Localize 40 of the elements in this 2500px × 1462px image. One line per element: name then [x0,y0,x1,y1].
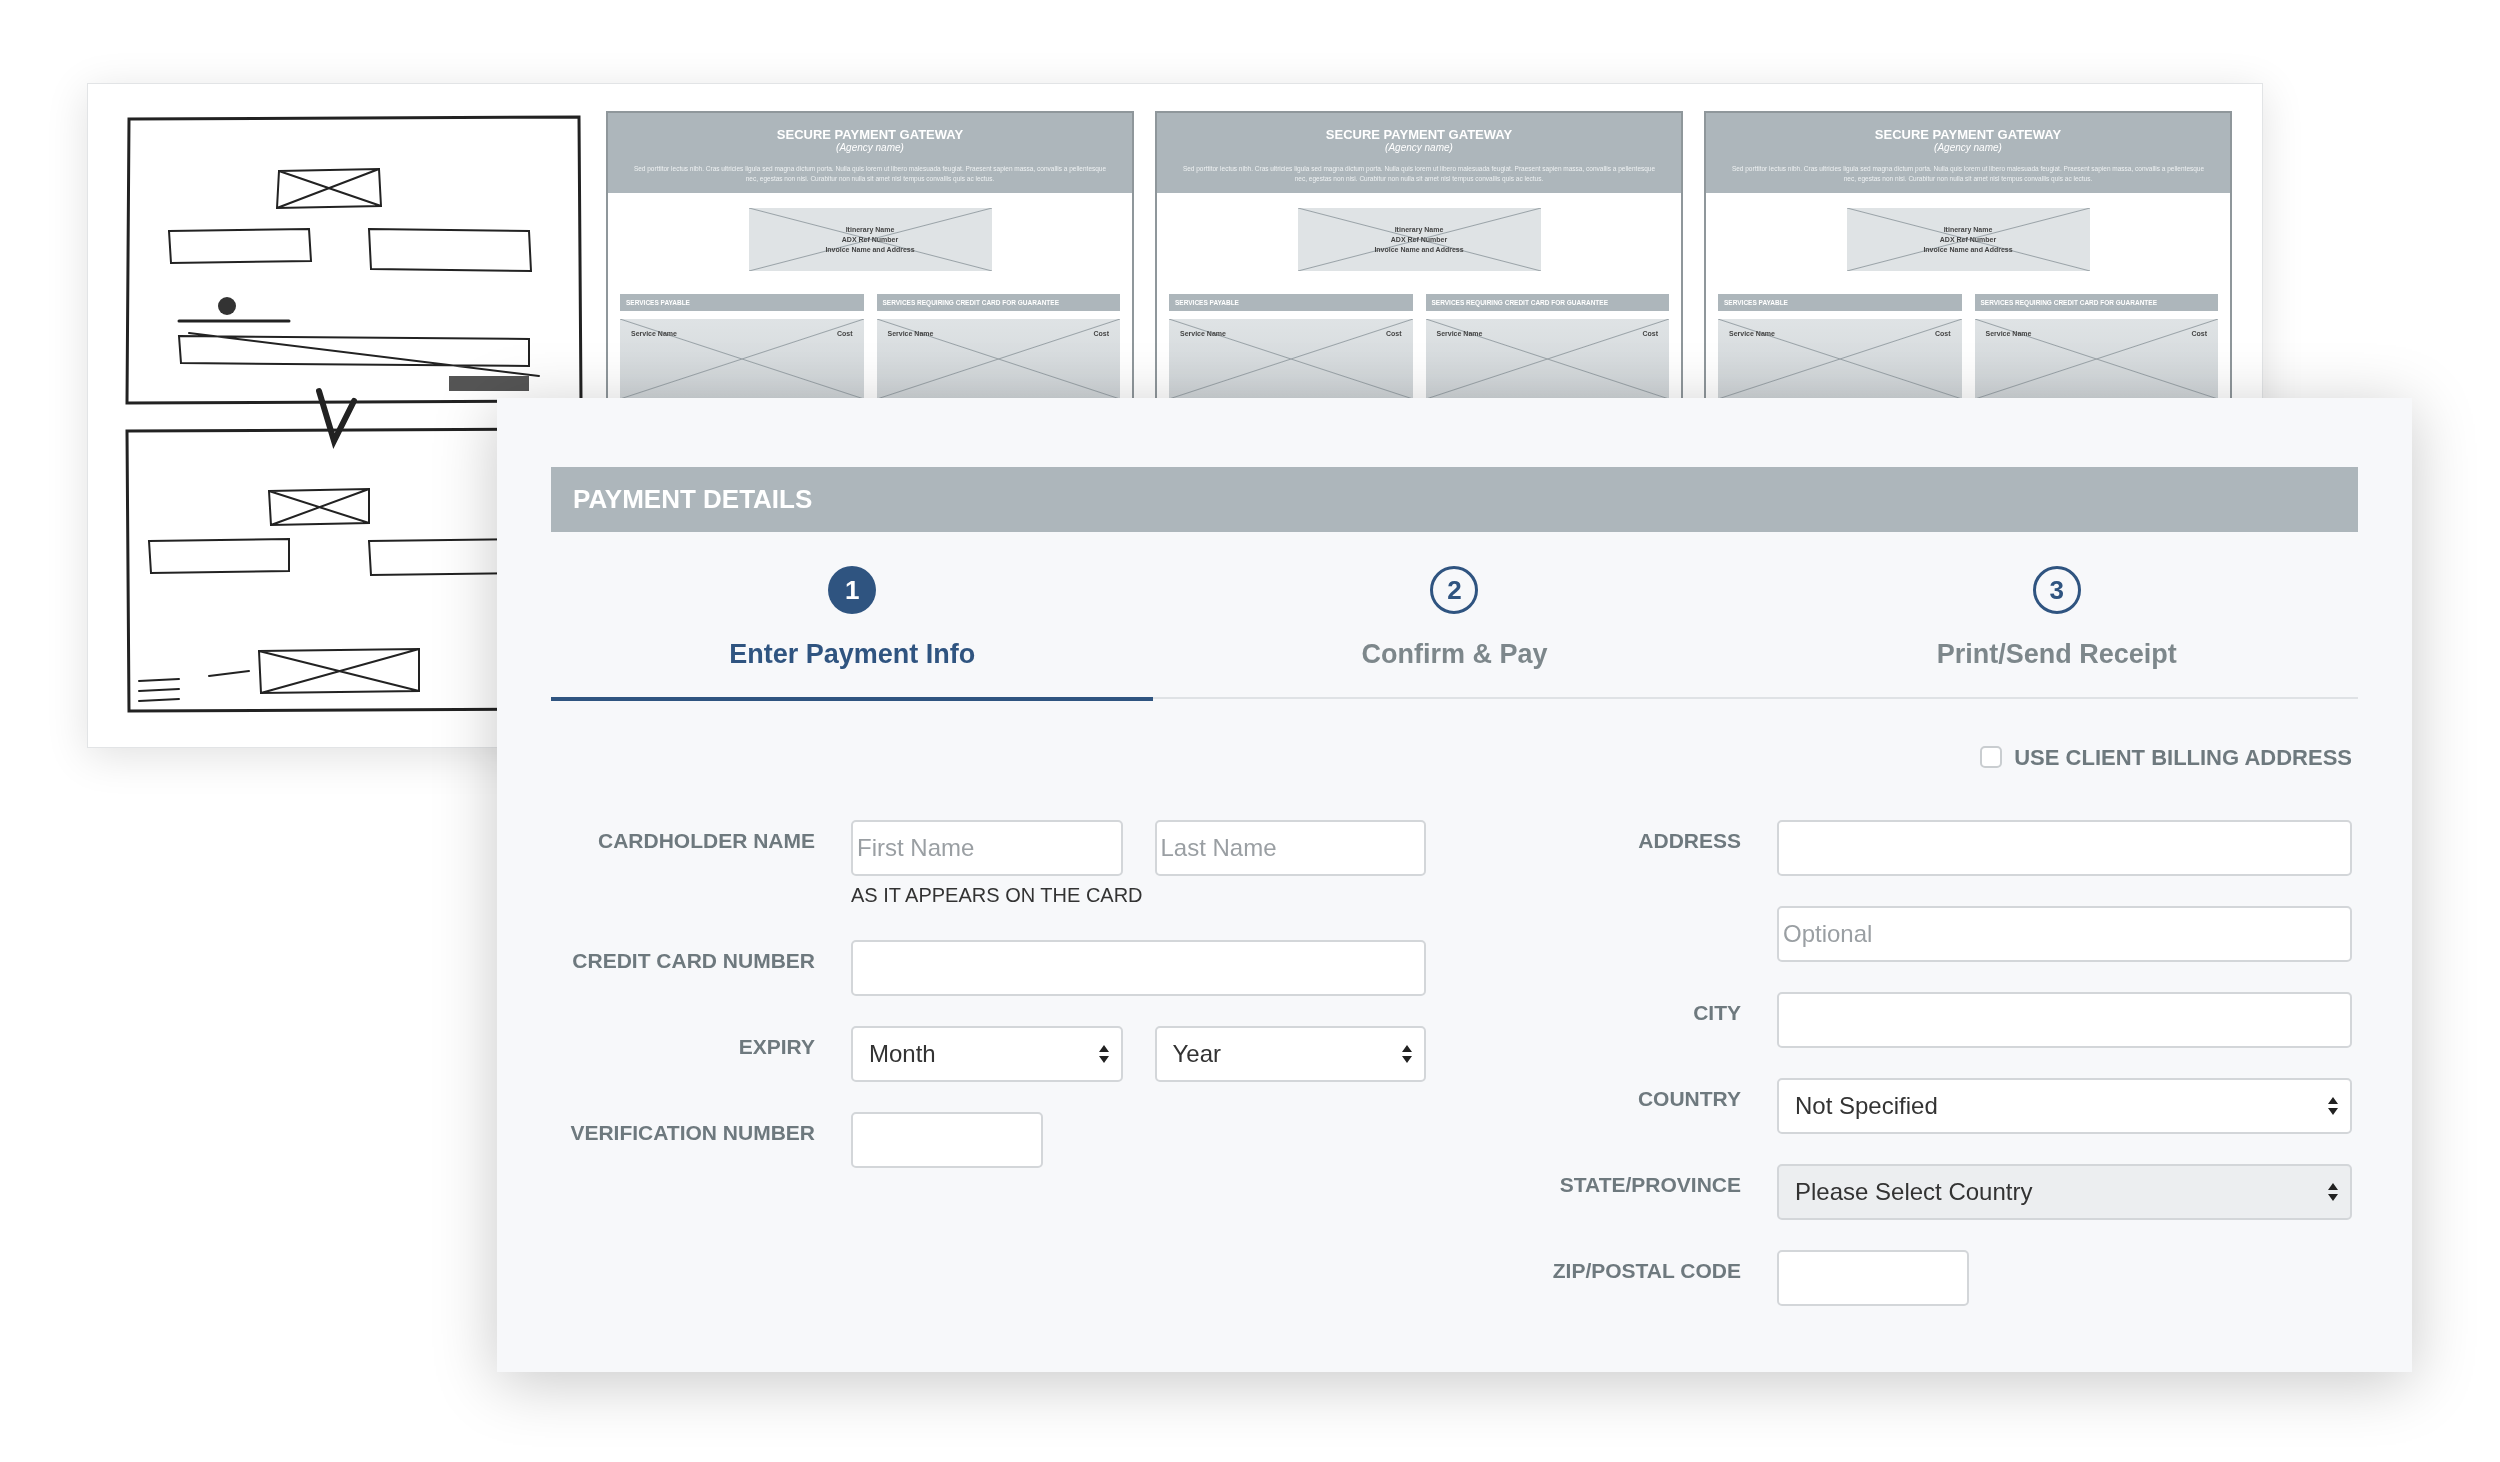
text-field[interactable] [851,939,1426,996]
text-field[interactable]: Optional [1777,905,2352,962]
field-label: CARDHOLDER NAME [598,827,815,854]
section-title: PAYMENT DETAILS [573,483,813,516]
step-tab[interactable]: 3 Print/Send Receipt [1755,532,2358,699]
wireframe-title: SECURE PAYMENT GATEWAY [776,127,964,142]
select-field[interactable]: Month [851,1025,1123,1082]
wireframe-subtitle: (Agency name) [836,142,904,154]
field-label: STATE/PROVINCE [1559,1171,1741,1198]
text-field[interactable]: First Name [851,819,1123,876]
field-label: COUNTRY [1637,1085,1741,1112]
text-field[interactable] [1777,1249,1969,1306]
select-field[interactable]: Year [1154,1025,1426,1082]
up-down-arrows-icon [2328,1182,2338,1201]
up-down-arrows-icon [1402,1044,1412,1063]
field-label: CREDIT CARD NUMBER [572,947,815,974]
step-tab[interactable]: 1 Enter Payment Info [551,532,1154,701]
checkbox-label: USE CLIENT BILLING ADDRESS [2014,743,2352,772]
field-label: ADDRESS [1638,827,1741,854]
step-number: 1 [828,566,877,614]
text-field[interactable]: Last Name [1154,819,1426,876]
text-field[interactable] [851,1111,1043,1168]
up-down-arrows-icon [2328,1096,2338,1115]
checkbox[interactable] [1980,746,2003,768]
text-field[interactable] [1777,819,2352,876]
select-field[interactable]: Not Specified [1777,1077,2352,1134]
wireframe-subtitle: (Agency name) [1934,142,2002,154]
field-label: VERIFICATION NUMBER [570,1119,815,1146]
wireframe-subtitle: (Agency name) [1385,142,1453,154]
field-label: EXPIRY [738,1033,815,1060]
up-down-arrows-icon [1098,1044,1109,1063]
text-field[interactable] [1777,991,2352,1048]
field-label: CITY [1693,999,1741,1026]
wireframe-title: SECURE PAYMENT GATEWAY [1325,127,1513,142]
field-label: ZIP/POSTAL CODE [1552,1257,1741,1284]
step-number: 3 [2032,566,2081,614]
step-number: 2 [1430,566,1479,614]
step-tab[interactable]: 2 Confirm & Pay [1153,532,1756,699]
wireframe-title: SECURE PAYMENT GATEWAY [1874,127,2062,142]
field-hint: AS IT APPEARS ON THE CARD [851,882,1144,908]
